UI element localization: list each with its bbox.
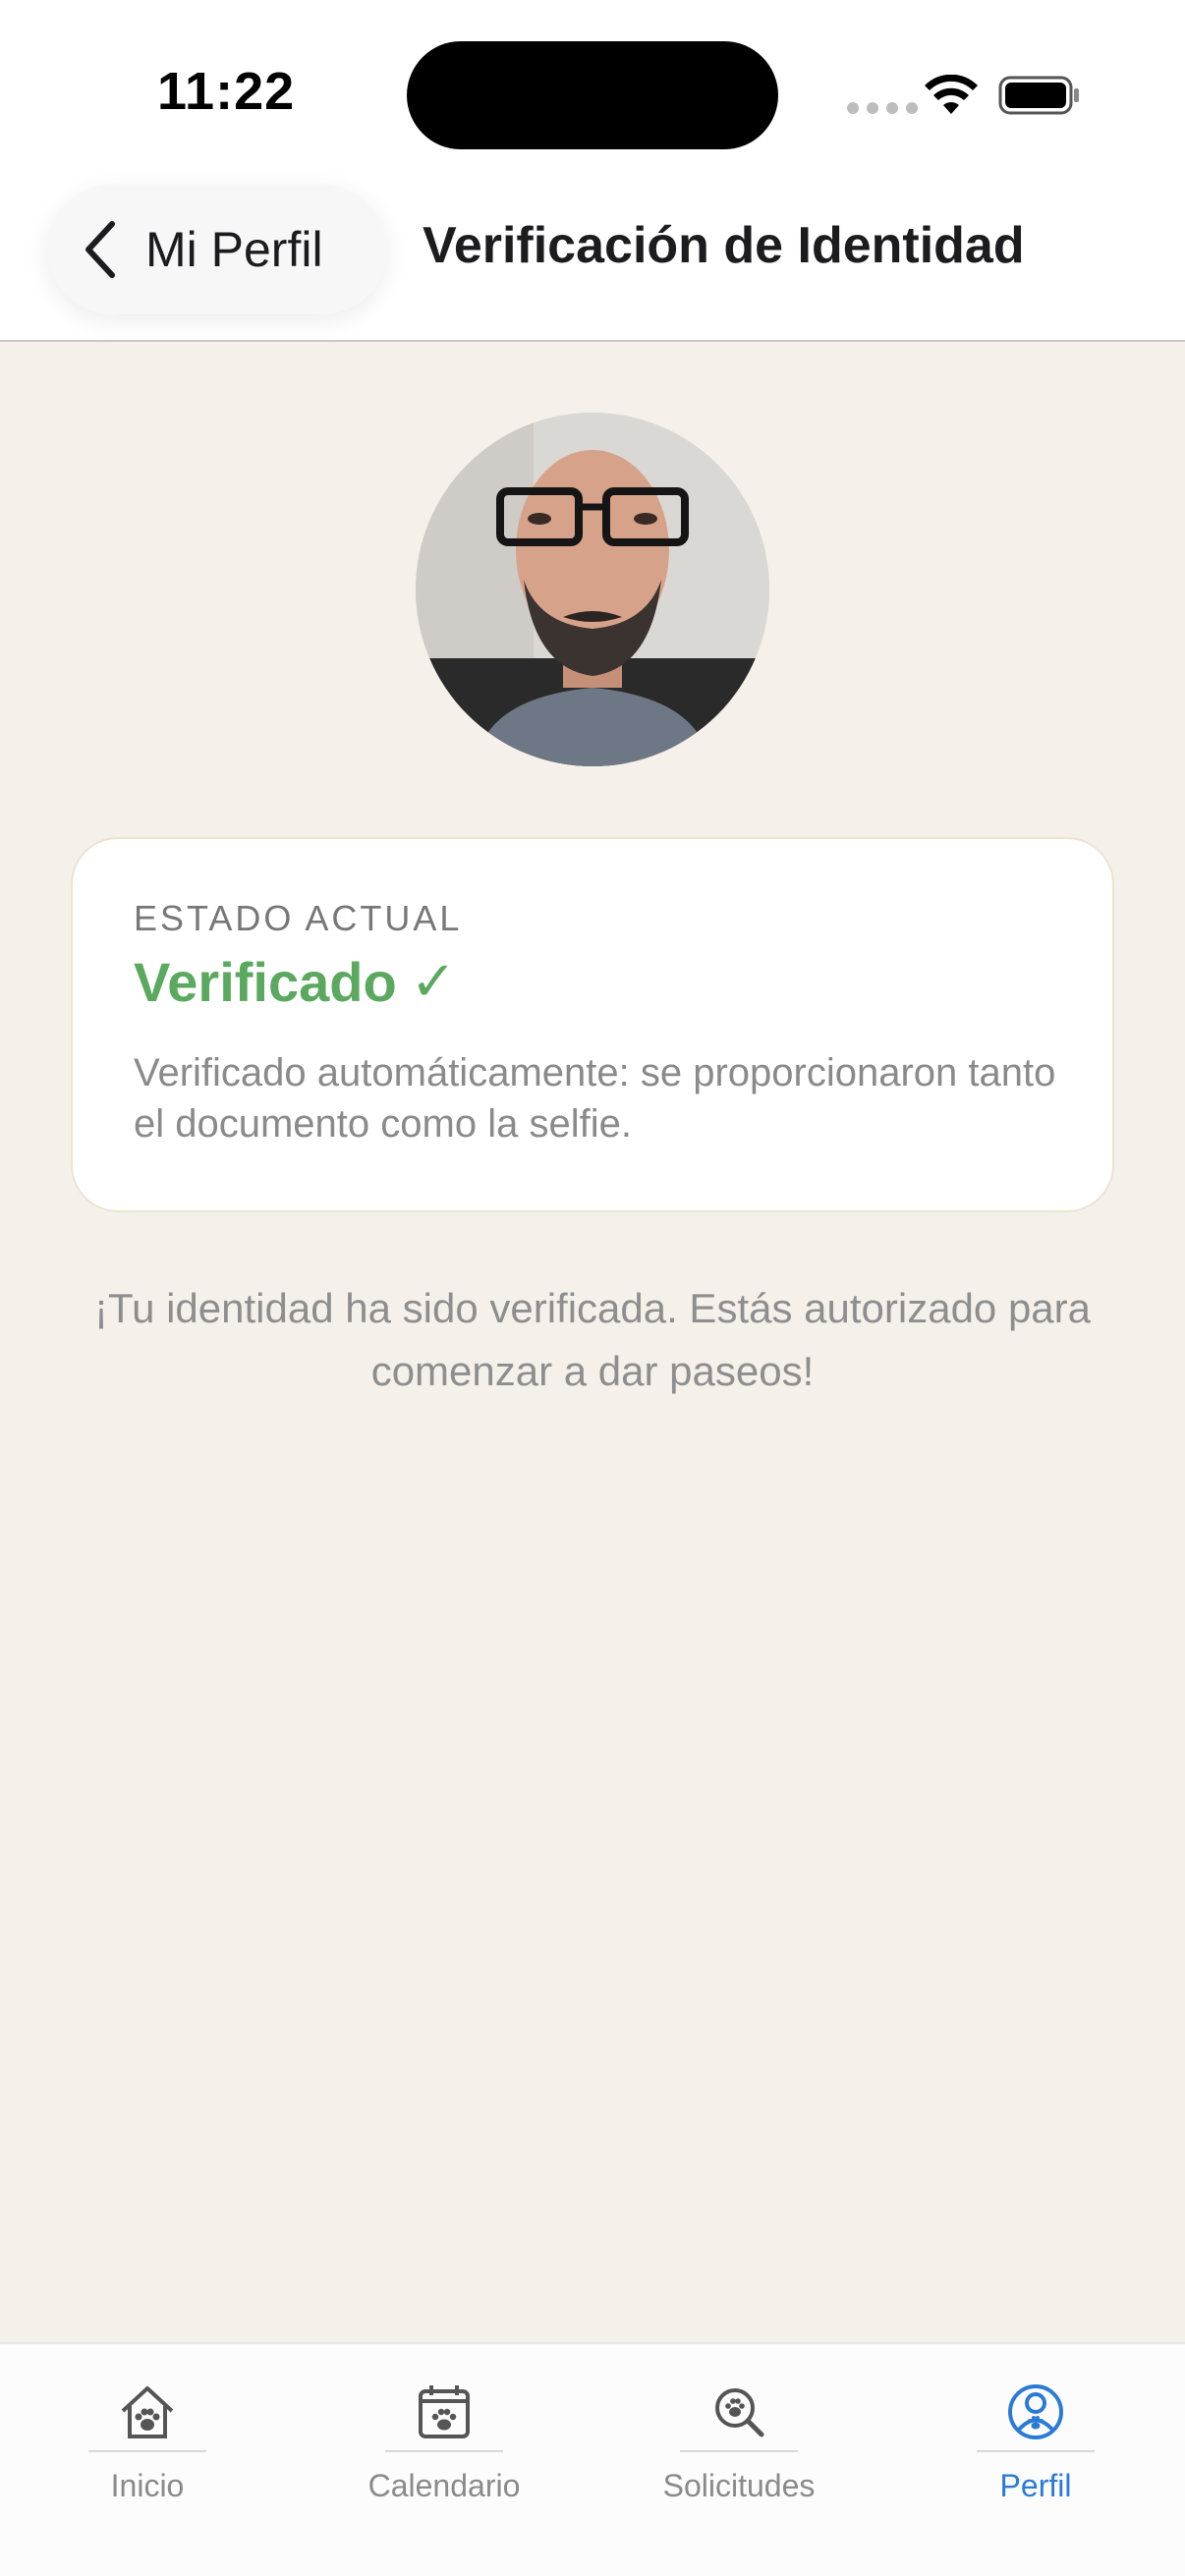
profile-paw-icon (1008, 2384, 1063, 2439)
home-paw-icon (121, 2386, 174, 2438)
checkmark-icon: ✓ (410, 950, 457, 1012)
verification-message: ¡Tu identidad ha sido verificada. Estás … (93, 1285, 1092, 1394)
tab-label: Inicio (110, 2468, 185, 2503)
back-button-label: Mi Perfil (145, 222, 323, 277)
tab-perfil[interactable]: Perfil (918, 2374, 1154, 2521)
dynamic-island (407, 41, 778, 149)
verification-status-card: ESTADO ACTUAL Verificado ✓ Verificado au… (71, 837, 1114, 1212)
status-label: ESTADO ACTUAL (134, 898, 463, 938)
chevron-left-icon (85, 221, 115, 278)
cellular-signal-icon (847, 102, 918, 114)
tab-label: Perfil (999, 2468, 1072, 2503)
tab-label: Solicitudes (662, 2468, 816, 2503)
tab-label: Calendario (367, 2468, 521, 2503)
navigation-header: Mi Perfil Verificación de Identidad (0, 157, 1185, 342)
back-button[interactable]: Mi Perfil (47, 185, 387, 314)
tab-bar: Inicio Calendario Solicitudes Perfil (0, 2342, 1185, 2576)
status-description: Verificado automáticamente: se proporcio… (134, 1051, 1056, 1146)
page-title: Verificación de Identidad (423, 217, 1025, 274)
status-text: Verificado (134, 950, 397, 1013)
status-time: 11:22 (157, 62, 296, 121)
calendar-paw-icon (419, 2385, 470, 2438)
status-value: Verificado ✓ (134, 949, 1051, 1014)
tab-solicitudes[interactable]: Solicitudes (621, 2374, 857, 2521)
wifi-icon (925, 75, 978, 114)
profile-photo (416, 413, 769, 766)
status-bar: 11:22 (0, 0, 1185, 157)
screen: 11:22 Mi Perfil Verificación de Identida… (0, 0, 1185, 2576)
tab-calendario[interactable]: Calendario (326, 2374, 562, 2521)
search-paw-icon (715, 2388, 764, 2437)
tab-inicio[interactable]: Inicio (29, 2374, 265, 2521)
battery-icon (998, 76, 1079, 115)
